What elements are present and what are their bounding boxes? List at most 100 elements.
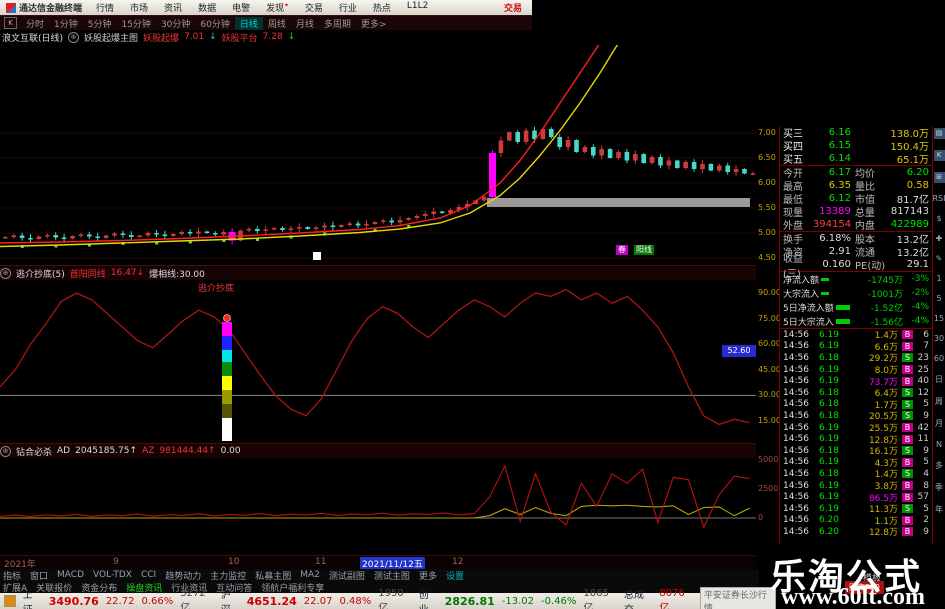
menu-item[interactable]: 数据 [190,1,224,14]
main-chart-svg[interactable] [0,45,756,265]
tab-CCI[interactable]: CCI [141,570,156,580]
tick-side-badge: B [902,365,913,375]
tick-side-badge: S [902,469,913,479]
tick-row[interactable]: 14:56 6.18 20.5万 S 9 [780,410,932,423]
tab-测试副图[interactable]: 测试副图 [329,569,365,582]
panel2-toggle-icon[interactable]: ⊕ [0,445,11,457]
indicator1-label: 妖股起爆 [143,33,180,44]
period-quick-日[interactable]: 日 [935,374,943,385]
tick-row[interactable]: 14:56 6.18 16.1万 S 9 [780,445,932,458]
tab-设置[interactable]: 设置 [446,569,464,582]
tool-RSI[interactable]: RSI [933,194,945,203]
tick-time: 14:56 [783,387,809,398]
tick-row[interactable]: 14:56 6.18 29.2万 S 23 [780,352,932,365]
period-1分钟[interactable]: 1分钟 [49,17,83,30]
kline-icon[interactable]: K [4,17,17,29]
tick-row[interactable]: 14:56 6.19 1.4万 B 6 [780,329,932,342]
period-quick-1[interactable]: 1 [936,274,941,283]
tick-row[interactable]: 14:56 6.19 6.6万 B 7 [780,341,932,353]
panel1-param2: 爆相线:30.00 [149,269,205,280]
period-quick-30[interactable]: 30 [934,334,944,343]
period-quick-15[interactable]: 15 [934,314,944,323]
status-item: 8076亿 [659,588,685,609]
period-quick-多[interactable]: 多 [935,460,943,471]
period-多周期[interactable]: 多周期 [319,17,356,30]
period-周线[interactable]: 周线 [263,17,291,30]
menu-item[interactable]: 交易 [297,1,331,14]
tick-row[interactable]: 14:56 6.19 3.8万 B 8 [780,480,932,493]
stat-row: 收益(三) 0.160 PE(动) 29.1 [780,254,932,280]
period-quick-N[interactable]: N [936,440,942,449]
indicator1-arrow: ↓ [209,32,217,42]
menu-item[interactable]: 电警 [224,1,258,14]
period-quick-月[interactable]: 月 [935,418,943,429]
period-15分钟[interactable]: 15分钟 [116,17,155,30]
period-更多>[interactable]: 更多> [356,17,392,30]
period-quick-60[interactable]: 60 [934,354,944,363]
period-日线[interactable]: 日线 [234,16,263,30]
panel2-ad-value: 2045185.75↑ [75,446,138,456]
tick-row[interactable]: 14:56 6.19 25.5万 B 42 [780,422,932,435]
panel1-toggle-icon[interactable]: ⊕ [0,267,11,279]
menu-item[interactable]: 资讯 [156,1,190,14]
tick-row[interactable]: 14:56 6.20 12.8万 B 9 [780,526,932,539]
panel2-svg[interactable] [0,457,756,555]
menu-item[interactable]: 市场 [122,1,156,14]
period-quick-5[interactable]: 5 [936,294,941,303]
menu-item[interactable]: 发现• [258,1,297,14]
tick-count: 40 [917,376,929,387]
period-5分钟[interactable]: 5分钟 [83,17,117,30]
tick-row[interactable]: 14:56 6.19 4.3万 B 5 [780,457,932,469]
menu-item[interactable]: 行业 [331,1,365,14]
tick-row[interactable]: 14:56 6.19 73.7万 B 40 [780,375,932,388]
period-60分钟[interactable]: 60分钟 [195,17,234,30]
panel1-svg[interactable]: 逃介抄底 [0,279,756,441]
status-bar-icon[interactable] [4,595,16,607]
tab-MACD[interactable]: MACD [57,570,84,580]
period-分时[interactable]: 分时 [21,17,49,30]
menu-item[interactable]: 热点 [365,1,399,14]
tick-side-badge: B [902,330,913,340]
tick-row[interactable]: 14:56 6.20 1.1万 B 2 [780,515,932,527]
tick-row[interactable]: 14:56 6.19 86.5万 B 57 [780,491,932,504]
panel2-az-value: 981444.44↑ [159,446,216,456]
tick-row[interactable]: 14:56 6.19 12.8万 B 11 [780,433,932,446]
menu-item[interactable]: L1L2 [399,1,436,14]
period-30分钟[interactable]: 30分钟 [156,17,195,30]
period-月线[interactable]: 月线 [291,17,319,30]
overlay-toggle-icon[interactable]: ⊕ [68,31,80,43]
tool-✚[interactable]: ✚ [936,234,943,243]
status-item: 3272亿 [180,588,206,609]
tick-time: 14:56 [783,445,809,456]
tick-row[interactable]: 14:56 6.18 1.4万 S 4 [780,468,932,481]
tick-side-badge: S [902,446,913,456]
tool-icon[interactable]: K [933,150,945,161]
tab-VOL-TDX[interactable]: VOL-TDX [93,570,132,580]
period-quick-季[interactable]: 季 [935,482,943,493]
period-quick-周[interactable]: 周 [935,396,943,407]
menu-item[interactable]: 行情 [88,1,122,14]
period-quick-年[interactable]: 年 [935,504,943,515]
status-item: 3490.76 [48,594,99,608]
tool-icon[interactable]: ▤ [933,128,945,139]
tick-side-badge: B [902,341,913,351]
tick-row[interactable]: 14:56 6.19 11.3万 S 5 [780,503,932,516]
tab-MA2[interactable]: MA2 [300,570,320,580]
tick-count: 9 [923,410,929,421]
tool-icon[interactable]: ⊞ [933,172,945,183]
tick-row[interactable]: 14:56 6.18 1.7万 S 5 [780,399,932,411]
tick-price: 6.18 [818,387,839,398]
stat-value: 817143 [890,206,930,217]
tick-side-badge: B [902,492,913,502]
tool-✎[interactable]: ✎ [936,254,943,263]
tab-更多[interactable]: 更多 [419,569,437,582]
tick-price: 6.19 [818,480,839,491]
tab-测试主图[interactable]: 测试主图 [374,569,410,582]
tick-price: 6.19 [818,329,839,340]
tool-$[interactable]: $ [936,214,941,223]
tick-time: 14:56 [783,457,809,468]
stat-value: 6.20 [906,167,929,178]
tick-row[interactable]: 14:56 6.19 8.0万 B 25 [780,364,932,377]
trade-menu[interactable]: 交易 [494,1,532,14]
tick-row[interactable]: 14:56 6.18 6.4万 S 12 [780,387,932,400]
